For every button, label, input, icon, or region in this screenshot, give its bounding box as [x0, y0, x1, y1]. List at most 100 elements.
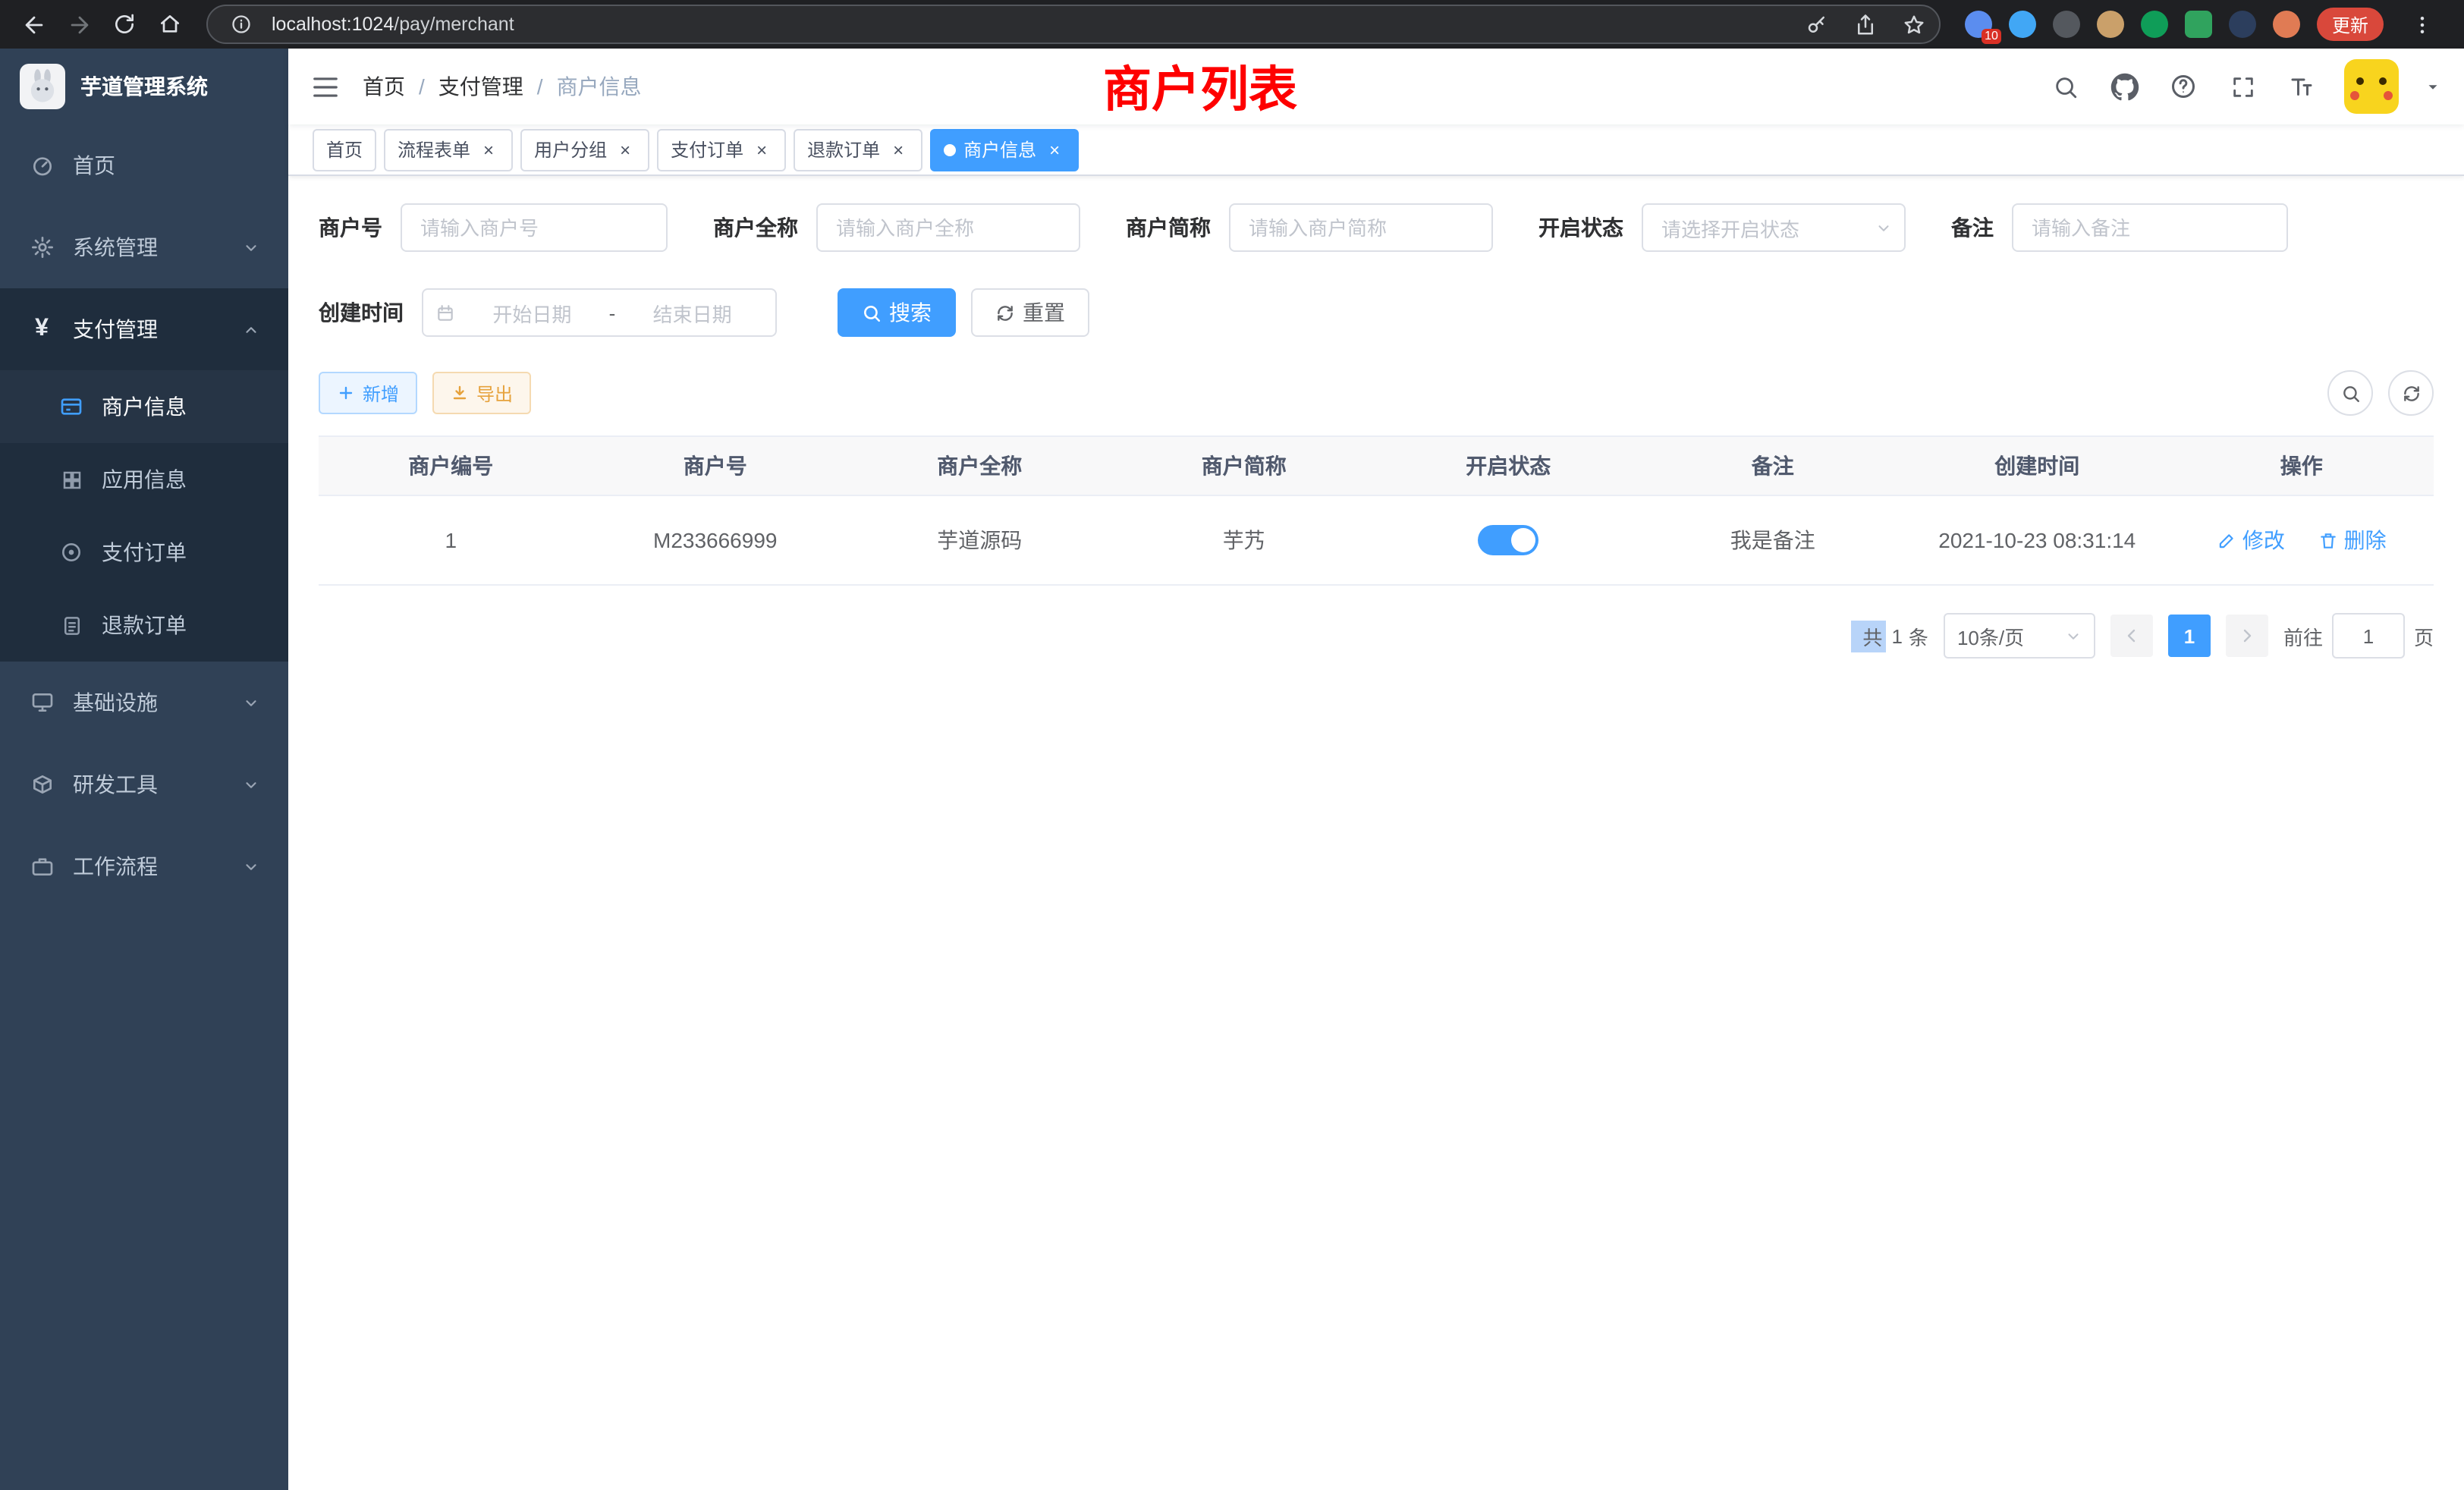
refresh-icon [995, 303, 1015, 322]
extension-icon-1[interactable]: 10 [1965, 11, 1992, 38]
plus-icon [337, 384, 355, 402]
share-icon[interactable] [1848, 6, 1884, 42]
page-number-button[interactable]: 1 [2168, 615, 2211, 657]
reload-icon[interactable] [103, 3, 146, 46]
sidebar-item-merchant-info[interactable]: 商户信息 [0, 370, 288, 443]
status-select[interactable]: 请选择开启状态 [1642, 203, 1906, 252]
app-logo[interactable]: 芋道管理系统 [0, 49, 288, 124]
sidebar-item-pay-order[interactable]: 支付订单 [0, 516, 288, 589]
sidebar-item-label: 支付订单 [102, 537, 187, 567]
sidebar-item-system[interactable]: 系统管理 [0, 206, 288, 288]
extension-icon-3[interactable] [2053, 11, 2080, 38]
sidebar-item-dev-tools[interactable]: 研发工具 [0, 743, 288, 825]
tab-pay-order[interactable]: 支付订单× [657, 128, 786, 171]
extension-icon-4[interactable] [2097, 11, 2124, 38]
goto-page-input[interactable] [2332, 613, 2405, 659]
tab-user-group[interactable]: 用户分组× [520, 128, 649, 171]
search-icon [2340, 383, 2360, 403]
close-icon[interactable]: × [888, 139, 909, 160]
page-size-select[interactable]: 10条/页 [1944, 613, 2095, 659]
profile-avatar-icon[interactable] [2273, 11, 2300, 38]
sidebar-item-refund-order[interactable]: 退款订单 [0, 589, 288, 662]
sidebar-item-label: 基础设施 [73, 687, 158, 718]
close-icon[interactable]: × [1044, 139, 1065, 160]
toggle-search-button[interactable] [2327, 370, 2373, 416]
remark-field: 备注 [1951, 203, 2288, 252]
tab-merchant-info[interactable]: 商户信息× [930, 128, 1079, 171]
close-icon[interactable]: × [614, 139, 636, 160]
sidebar-item-infra[interactable]: 基础设施 [0, 662, 288, 743]
caret-down-icon[interactable] [2425, 78, 2441, 95]
sidebar-item-home[interactable]: 首页 [0, 124, 288, 206]
search-button[interactable]: 搜索 [838, 288, 956, 337]
merchant-shortname-input[interactable] [1229, 203, 1493, 252]
bookmark-star-icon[interactable] [1897, 6, 1933, 42]
remark-input[interactable] [2012, 203, 2288, 252]
user-avatar[interactable] [2344, 59, 2399, 114]
site-info-icon[interactable] [223, 6, 259, 42]
sidebar-toggle-icon[interactable] [311, 72, 340, 101]
status-toggle[interactable] [1478, 525, 1538, 555]
document-icon [59, 613, 83, 637]
help-icon[interactable] [2167, 70, 2200, 103]
chevron-down-icon [243, 858, 259, 875]
total-suffix: 条 [1909, 621, 1928, 650]
date-range-picker[interactable]: 开始日期 - 结束日期 [422, 288, 777, 337]
tab-home[interactable]: 首页 [313, 128, 376, 171]
breadcrumb-item[interactable]: 首页 [363, 71, 405, 102]
yen-icon: ¥ [29, 316, 55, 342]
merchant-shortname-field: 商户简称 [1126, 203, 1493, 252]
table-row[interactable]: 1 M233666999 芋道源码 芋艿 我是备注 2021-10-23 08:… [319, 495, 2434, 585]
search-button-label: 搜索 [889, 297, 932, 328]
reset-button[interactable]: 重置 [971, 288, 1089, 337]
close-icon[interactable]: × [478, 139, 499, 160]
close-icon[interactable]: × [751, 139, 772, 160]
sidebar-item-app-info[interactable]: 应用信息 [0, 443, 288, 516]
browser-toolbar: localhost:1024/pay/merchant 10 更新 [0, 0, 2464, 49]
extension-icon-5[interactable] [2141, 11, 2168, 38]
breadcrumb-current: 商户信息 [557, 71, 642, 102]
field-label: 备注 [1951, 212, 1994, 243]
chrome-menu-icon[interactable] [2400, 3, 2443, 46]
add-button[interactable]: 新增 [319, 372, 417, 414]
merchant-fullname-input[interactable] [816, 203, 1080, 252]
next-page-button[interactable] [2226, 615, 2268, 657]
extension-icon-6[interactable] [2185, 11, 2212, 38]
github-icon[interactable] [2107, 70, 2141, 103]
delete-link[interactable]: 删除 [2318, 525, 2387, 555]
home-icon[interactable] [149, 3, 191, 46]
cell-id: 1 [319, 495, 583, 585]
font-size-icon[interactable] [2285, 70, 2318, 103]
reset-button-label: 重置 [1023, 297, 1065, 328]
tab-label: 流程表单 [398, 137, 470, 162]
refresh-table-button[interactable] [2388, 370, 2434, 416]
tab-process-form[interactable]: 流程表单 × [384, 128, 513, 171]
extension-icon-7[interactable] [2229, 11, 2256, 38]
screen: localhost:1024/pay/merchant 10 更新 [0, 0, 2464, 1490]
forward-icon[interactable] [58, 3, 100, 46]
extension-icon-2[interactable] [2009, 11, 2036, 38]
export-button[interactable]: 导出 [432, 372, 531, 414]
tab-refund-order[interactable]: 退款订单× [794, 128, 922, 171]
sidebar-item-pay[interactable]: ¥ 支付管理 [0, 288, 288, 370]
cell-full-name: 芋道源码 [847, 495, 1112, 585]
breadcrumb-item[interactable]: 支付管理 [438, 71, 523, 102]
prev-page-button[interactable] [2110, 615, 2153, 657]
chrome-update-button[interactable]: 更新 [2317, 8, 2384, 41]
edit-link[interactable]: 修改 [2217, 525, 2285, 555]
total-prefix: 共 [1850, 620, 1885, 652]
card-icon [59, 395, 83, 419]
address-bar[interactable]: localhost:1024/pay/merchant [206, 5, 1941, 44]
chevron-down-icon [2065, 627, 2082, 644]
sidebar-item-label: 首页 [73, 150, 115, 181]
pagination-goto: 前往 页 [2283, 613, 2434, 659]
back-icon[interactable] [12, 3, 55, 46]
fullscreen-icon[interactable] [2226, 70, 2259, 103]
key-icon[interactable] [1799, 6, 1836, 42]
total-count: 1 [1891, 624, 1902, 647]
search-icon[interactable] [2048, 70, 2082, 103]
sidebar-item-workflow[interactable]: 工作流程 [0, 825, 288, 907]
merchant-no-field: 商户号 [319, 203, 668, 252]
pagination: 共 1 条 10条/页 1 前往 [319, 613, 2434, 659]
merchant-no-input[interactable] [401, 203, 668, 252]
